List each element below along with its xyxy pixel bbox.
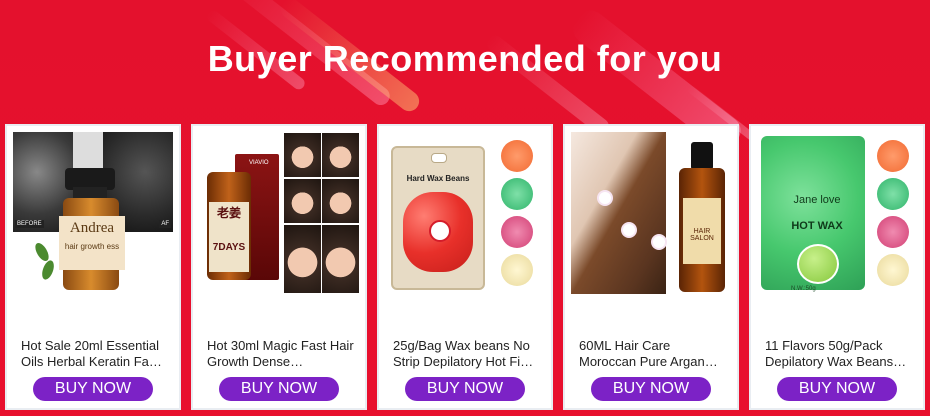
wax-sample-orange (877, 140, 909, 172)
flower-icon (653, 236, 665, 248)
net-weight-label: N.W.:50g (791, 286, 816, 292)
before-photo (283, 178, 322, 224)
product-card[interactable]: Hard Wax Beans 25g/Bag Wax beans No Stri… (377, 124, 553, 410)
product-name[interactable]: 60ML Hair Care Moroccan Pure Argan… (579, 338, 727, 370)
product-image[interactable]: VIAVIO 老姜 7DAYS (199, 132, 359, 294)
apple-icon (797, 244, 839, 284)
strawberry-icon (429, 220, 451, 242)
product-card[interactable]: HAIR SALON 60ML Hair Care Moroccan Pure … (563, 124, 739, 410)
before-photo (283, 224, 322, 294)
product-image[interactable]: Jane love HOT WAX N.W.:50g (757, 132, 917, 294)
product-image[interactable]: BEFORE AF Andrea hair growth ess (13, 132, 173, 294)
bottle-brand-text: Andrea (69, 220, 115, 236)
buy-now-button[interactable]: BUY NOW (405, 377, 525, 401)
wax-sample-cream (877, 254, 909, 286)
before-photo (283, 132, 322, 178)
buy-now-button[interactable]: BUY NOW (219, 377, 339, 401)
buy-now-button[interactable]: BUY NOW (777, 377, 897, 401)
product-name[interactable]: 25g/Bag Wax beans No Strip Depilatory Ho… (393, 338, 541, 370)
bag-label: HOT WAX (791, 220, 843, 232)
flower-icon (599, 192, 611, 204)
wax-bag: Hard Wax Beans (391, 146, 485, 290)
product-name[interactable]: Hot Sale 20ml Essential Oils Herbal Kera… (21, 338, 169, 370)
product-image[interactable]: Hard Wax Beans (385, 132, 545, 294)
bottle-cap (691, 142, 713, 170)
bag-label: Hard Wax Beans (406, 174, 470, 183)
wax-sample-cream (501, 254, 533, 286)
bottle-label-text: 老姜 (216, 206, 241, 220)
wax-sample-pink (877, 216, 909, 248)
buy-now-button[interactable]: BUY NOW (591, 377, 711, 401)
bottle-sub-text: hair growth ess (64, 242, 120, 251)
before-label: BEFORE (15, 220, 44, 228)
product-card[interactable]: BEFORE AF Andrea hair growth ess Hot Sal… (5, 124, 181, 410)
product-list: BEFORE AF Andrea hair growth ess Hot Sal… (5, 124, 925, 412)
after-photo (321, 178, 359, 224)
product-card[interactable]: VIAVIO 老姜 7DAYS Hot 30ml Magic Fast Hair… (191, 124, 367, 410)
oil-bottle: HAIR SALON (679, 142, 725, 292)
buy-now-button[interactable]: BUY NOW (33, 377, 153, 401)
product-name[interactable]: Hot 30ml Magic Fast Hair Growth Dense… (207, 338, 355, 370)
brand-text: Jane love (793, 194, 841, 206)
wax-sample-pink (501, 216, 533, 248)
product-card[interactable]: Jane love HOT WAX N.W.:50g 11 Flavors 50… (749, 124, 925, 410)
wax-sample-orange (501, 140, 533, 172)
after-photo (321, 224, 359, 294)
product-image[interactable]: HAIR SALON (571, 132, 731, 294)
section-title: Buyer Recommended for you (207, 38, 723, 79)
flower-icon (623, 224, 635, 236)
wax-sample-green (501, 178, 533, 210)
product-name[interactable]: 11 Flavors 50g/Pack Depilatory Wax Beans… (765, 338, 913, 370)
bottle-label-text: HAIR SALON (690, 228, 714, 242)
bag-hang-hole (431, 153, 447, 163)
model-photo (571, 132, 666, 294)
wax-sample-green (877, 178, 909, 210)
after-label: AF (159, 220, 171, 228)
brand-text: VIAVIO (249, 160, 269, 166)
after-photo (321, 132, 359, 178)
wax-bag: Jane love HOT WAX N.W.:50g (761, 136, 865, 292)
days-badge: 7DAYS (212, 242, 246, 253)
